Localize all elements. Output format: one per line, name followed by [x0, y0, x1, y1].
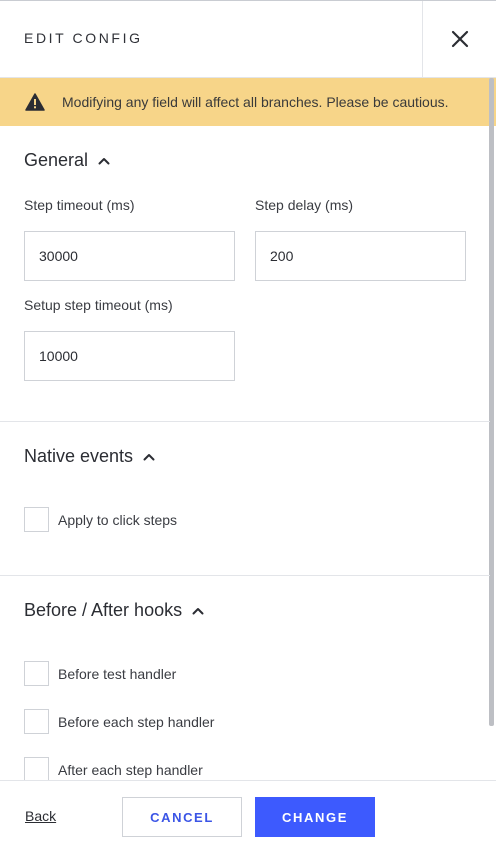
- step-timeout-input[interactable]: [24, 231, 235, 281]
- checkbox[interactable]: [24, 709, 49, 734]
- section-hooks-toggle[interactable]: Before / After hooks: [24, 600, 204, 621]
- chevron-up-icon: [143, 453, 155, 460]
- section-native-events-title: Native events: [24, 446, 134, 466]
- close-icon: [451, 30, 468, 48]
- before-test-handler-checkbox[interactable]: Before test handler: [24, 661, 176, 686]
- after-each-step-handler-checkbox[interactable]: After each step handler: [24, 757, 203, 780]
- step-delay-label: Step delay (ms): [255, 197, 354, 213]
- warning-text: Modifying any field will affect all bran…: [62, 94, 449, 110]
- checkbox-label: After each step handler: [58, 761, 203, 778]
- checkbox[interactable]: [24, 661, 49, 686]
- section-general-toggle[interactable]: General: [24, 150, 110, 171]
- config-form: General Step timeout (ms) Step delay (ms…: [0, 126, 496, 780]
- section-hooks-title: Before / After hooks: [24, 600, 183, 620]
- section-general-title: General: [24, 150, 89, 170]
- step-delay-input[interactable]: [255, 231, 466, 281]
- checkbox-label: Before test handler: [58, 665, 177, 682]
- cancel-button[interactable]: CANCEL: [122, 797, 242, 837]
- close-button[interactable]: [422, 1, 496, 77]
- chevron-up-icon: [192, 607, 204, 614]
- edit-config-panel: EDIT CONFIG Modifying any field will aff…: [0, 0, 496, 847]
- section-divider: [0, 421, 490, 422]
- setup-step-timeout-label: Setup step timeout (ms): [24, 297, 173, 313]
- before-each-step-handler-checkbox[interactable]: Before each step handler: [24, 709, 214, 734]
- setup-step-timeout-input[interactable]: [24, 331, 235, 381]
- chevron-up-icon: [98, 157, 110, 164]
- warning-triangle-icon: [25, 93, 45, 111]
- apply-to-click-steps-checkbox[interactable]: Apply to click steps: [24, 507, 177, 532]
- warning-banner: Modifying any field will affect all bran…: [0, 78, 496, 126]
- back-link[interactable]: Back: [25, 808, 56, 824]
- panel-footer: Back CANCEL CHANGE: [0, 780, 496, 847]
- step-timeout-label: Step timeout (ms): [24, 197, 135, 213]
- panel-header: EDIT CONFIG: [0, 1, 496, 78]
- checkbox-label: Apply to click steps: [58, 511, 178, 528]
- checkbox-label: Before each step handler: [58, 713, 215, 730]
- section-divider: [0, 575, 490, 576]
- panel-title: EDIT CONFIG: [24, 30, 143, 46]
- checkbox[interactable]: [24, 757, 49, 780]
- checkbox[interactable]: [24, 507, 49, 532]
- section-native-events-toggle[interactable]: Native events: [24, 446, 155, 467]
- change-button[interactable]: CHANGE: [255, 797, 375, 837]
